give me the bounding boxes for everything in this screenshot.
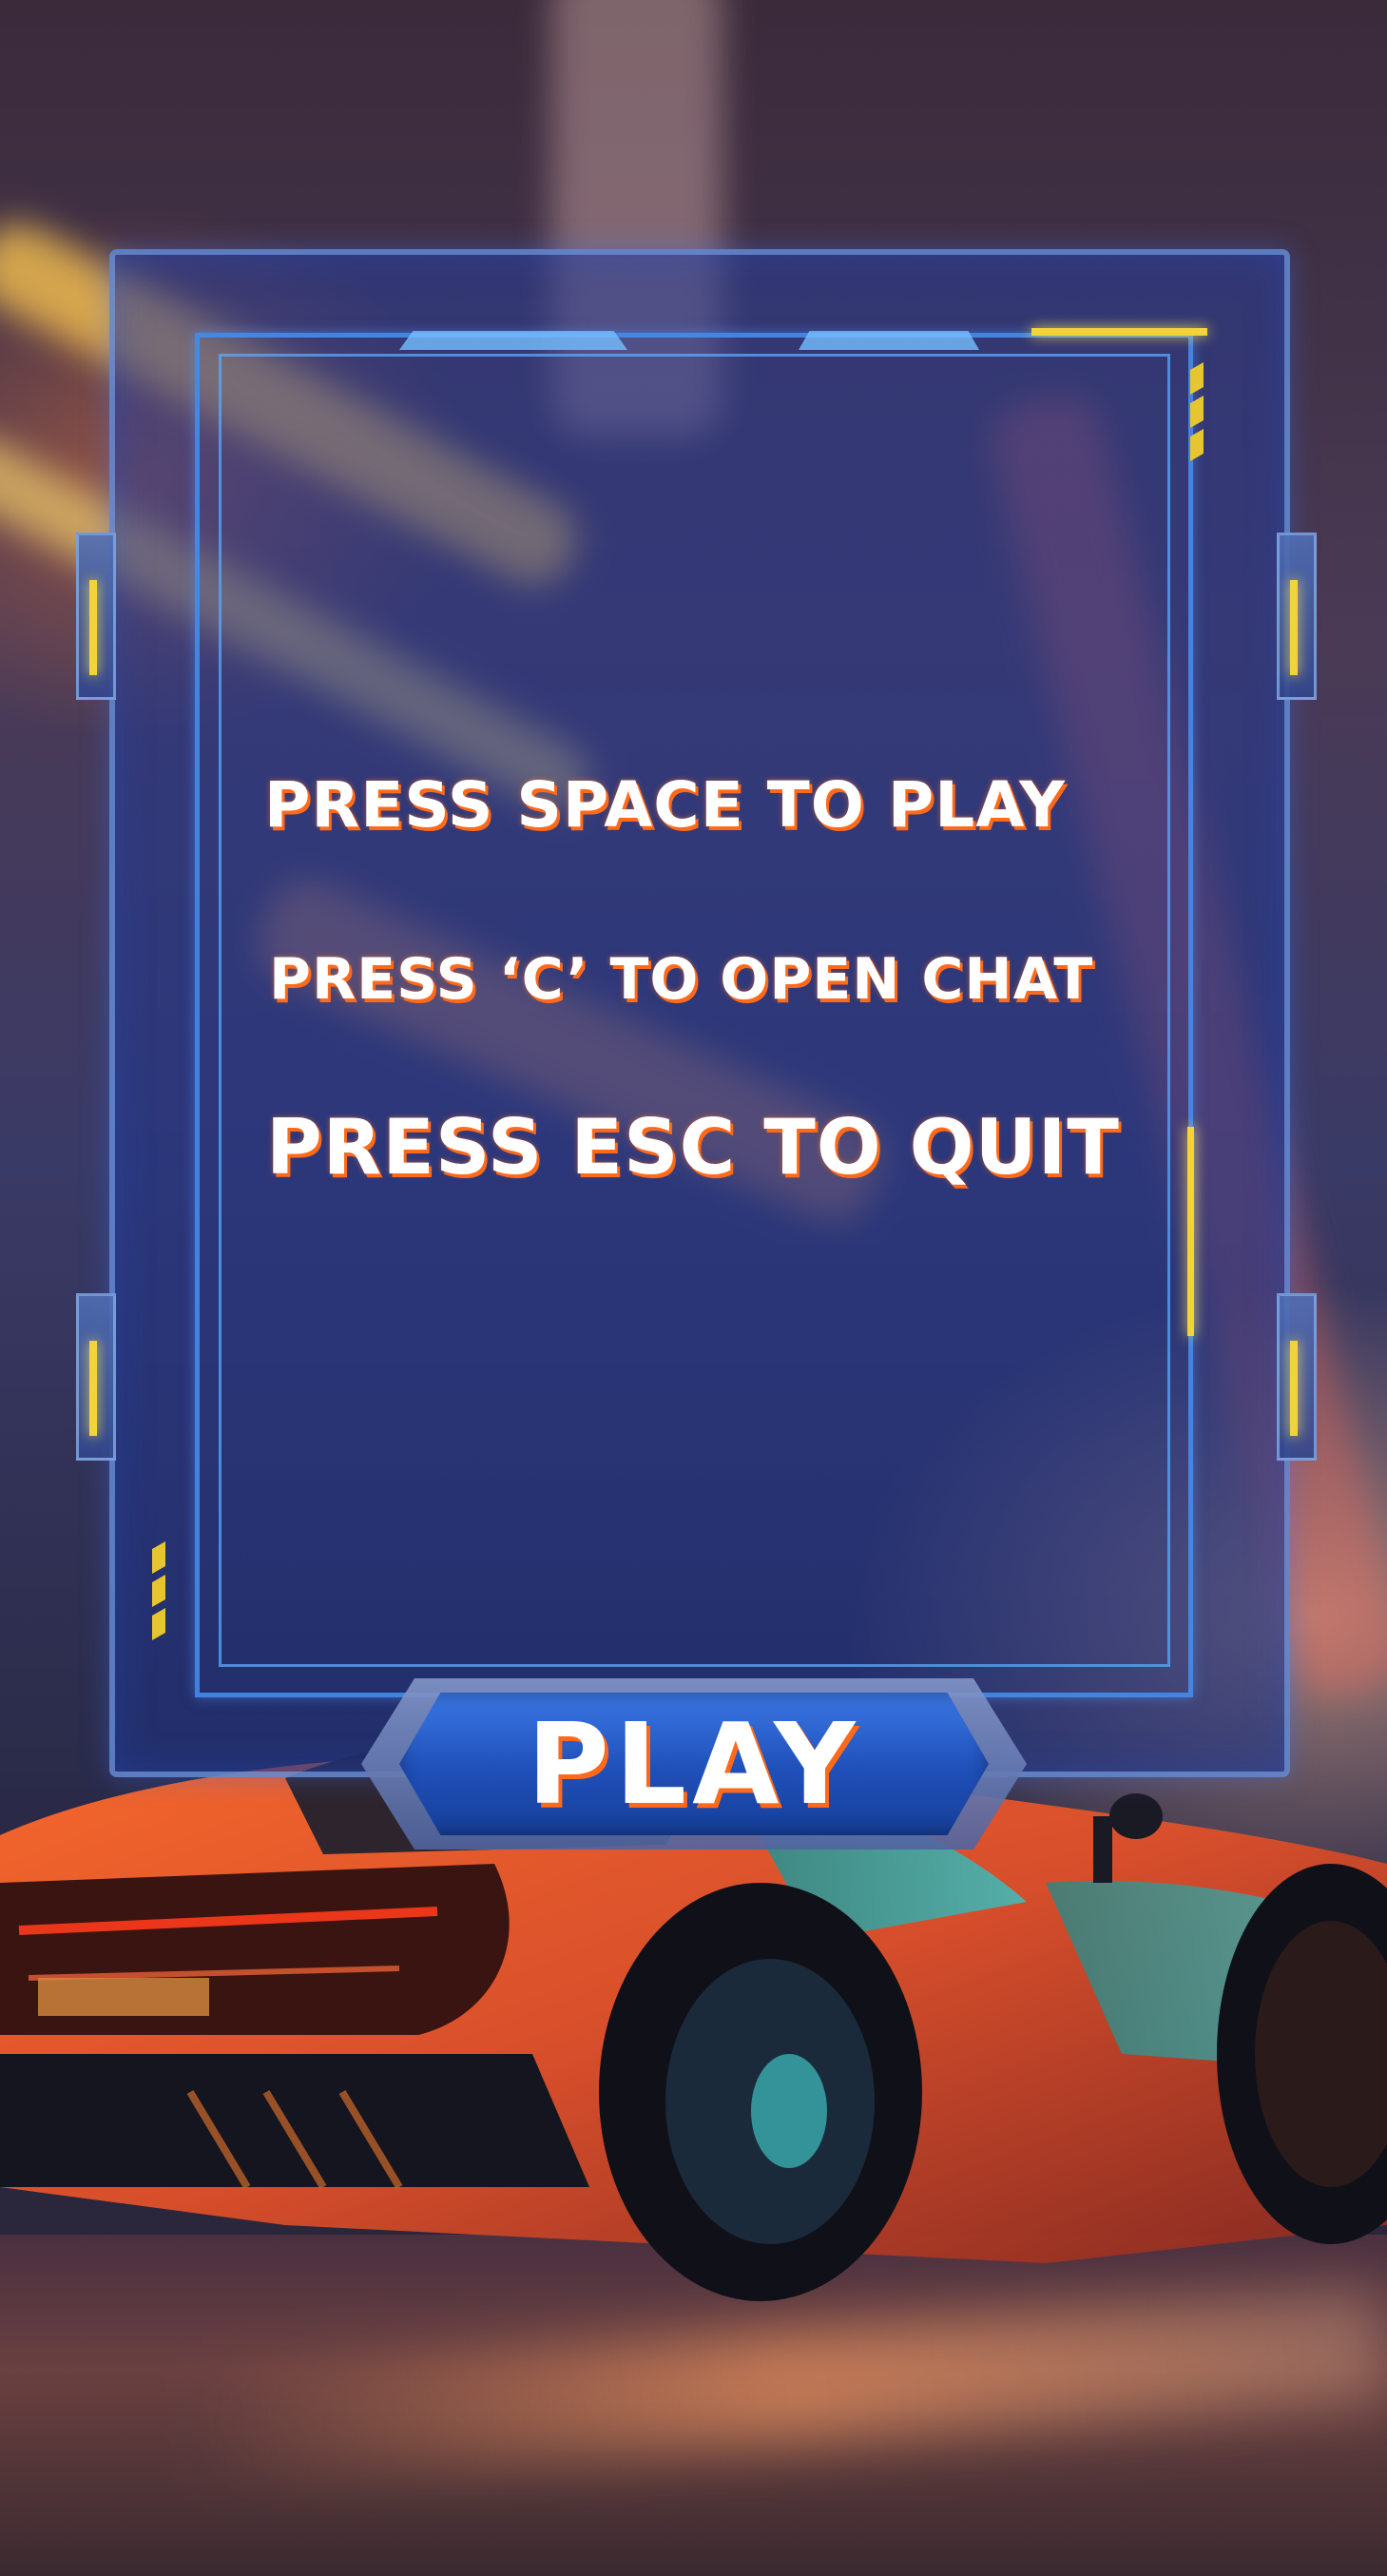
play-button-label: PLAY xyxy=(527,1698,861,1830)
instruction-play: PRESS SPACE TO PLAY xyxy=(264,768,1066,842)
frame-tab xyxy=(799,331,979,350)
frame-accent xyxy=(89,580,97,675)
frame-accent xyxy=(1290,1341,1298,1436)
frame-tab xyxy=(399,331,627,350)
play-button-container: PLAY xyxy=(361,1650,1027,1878)
frame-accent xyxy=(89,1341,97,1436)
play-button[interactable]: PLAY xyxy=(399,1693,989,1835)
frame-accent xyxy=(1290,580,1298,675)
instruction-chat: PRESS ‘C’ TO OPEN CHAT xyxy=(269,946,1094,1013)
instruction-quit: PRESS ESC TO QUIT xyxy=(266,1103,1120,1191)
frame-accent xyxy=(1031,328,1207,336)
